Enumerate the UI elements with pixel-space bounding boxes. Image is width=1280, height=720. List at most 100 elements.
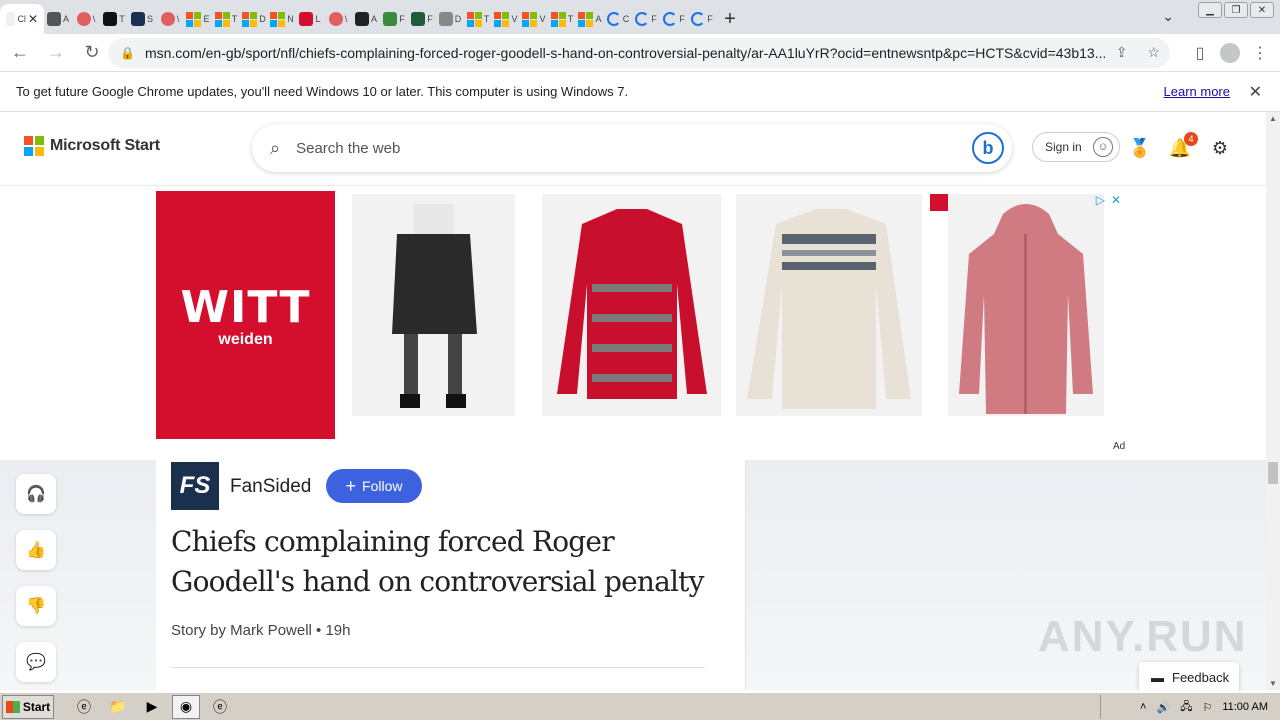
restore-button[interactable]: ❐ [1224,2,1248,18]
share-icon[interactable]: ⇪ [1116,44,1128,61]
tab-search-icon[interactable]: ⌄ [1162,8,1174,25]
learn-more-link[interactable]: Learn more [1164,84,1230,99]
browser-tab[interactable]: T [100,4,128,34]
search-input[interactable]: ⌕ Search the web b [252,124,1012,172]
tab-label: T [483,14,490,24]
media-player-icon[interactable]: ▶ [138,695,166,719]
browser-tab[interactable]: \ [156,4,184,34]
browser-tab[interactable]: F [380,4,408,34]
witt-logo[interactable]: WITT weiden [156,191,335,439]
scrollbar-thumb[interactable] [1268,462,1278,484]
volume-icon[interactable]: 🔊 [1156,701,1170,714]
tray-arrow-icon[interactable]: ˄ [1140,701,1146,713]
pink-coat-image[interactable] [948,194,1104,416]
browser-tab[interactable]: D [436,4,464,34]
browser-tab[interactable]: L [296,4,324,34]
action-center-flag-icon[interactable]: ⚐ [1202,701,1212,714]
microsoft-start-logo[interactable]: Microsoft Start [24,136,160,156]
sign-in-button[interactable]: Sign in ☺ [1032,132,1120,162]
ad-brand: WITT [180,281,311,333]
tab-label: F [651,14,657,24]
browser-tab[interactable]: A [352,4,380,34]
url-text[interactable]: msn.com/en-gb/sport/nfl/chiefs-complaini… [145,45,1105,61]
follow-label: Follow [362,478,403,494]
start-button[interactable]: Start [2,694,54,719]
browser-tab[interactable]: T [548,4,576,34]
browser-tab[interactable]: C [604,4,632,34]
menu-kebab-icon[interactable]: ⋮ [1246,38,1274,68]
red-sweater-image[interactable] [542,194,721,416]
lock-icon[interactable]: 🔒 [120,46,135,60]
tab-label: F [399,14,405,24]
profile-avatar-icon[interactable] [1220,43,1240,63]
browser-tab[interactable]: F [688,4,716,34]
adchoices-icon[interactable]: ▷ [1096,193,1105,207]
tab-strip: Cl ✕ A \ T S \ E T D N L \ A F F D T V V T A C F F F + [0,0,1280,34]
loading-icon [691,12,706,26]
browser-tab[interactable]: E [184,4,212,34]
minimize-button[interactable]: ▁ [1198,2,1222,18]
thumbs-down-icon[interactable]: 👎 [16,586,56,626]
ad-close-icon[interactable]: ✕ [1111,193,1121,207]
browser-tab[interactable]: F [660,4,688,34]
settings-gear-icon[interactable]: ⚙ [1208,136,1232,160]
action-rail: 🎧 👍 👎 💬 [16,474,56,682]
tab-label: A [62,14,69,24]
browser-tab[interactable]: \ [324,4,352,34]
browser-tab[interactable]: V [492,4,520,34]
bing-chat-icon[interactable]: b [972,132,1004,164]
microsoft-icon [186,11,202,27]
browser-tab[interactable]: \ [72,4,100,34]
browser-tab[interactable]: V [520,4,548,34]
system-tray: ˄ 🔊 🖧 ⚐ 11:00 AM [1100,695,1280,719]
tab-label: A [595,14,602,24]
bookmark-star-icon[interactable]: ☆ [1147,44,1160,61]
notifications-bell-icon[interactable]: 🔔 4 [1168,132,1198,160]
file-explorer-icon[interactable]: 📁 [104,695,132,719]
browser-tab[interactable]: S [128,4,156,34]
close-window-button[interactable]: ✕ [1250,2,1274,18]
edge-icon[interactable]: ⓔ [206,695,234,719]
publisher-name[interactable]: FanSided [230,476,311,498]
listen-headphones-icon[interactable]: 🎧 [16,474,56,514]
forward-icon[interactable]: → [40,37,72,69]
appletv-icon [103,12,118,26]
address-bar[interactable]: 🔒 msn.com/en-gb/sport/nfl/chiefs-complai… [108,38,1170,68]
knit-sweater-image[interactable] [736,194,922,416]
scroll-up-icon[interactable]: ▲ [1269,114,1277,123]
microsoft-icon [214,11,230,27]
browser-tab[interactable]: A [44,4,72,34]
tab-active[interactable]: Cl ✕ [0,4,44,34]
chrome-icon[interactable]: ◉ [172,694,200,719]
search-icon: ⌕ [270,137,281,158]
close-icon[interactable]: ✕ [1249,82,1262,102]
follow-button[interactable]: + Follow [326,469,422,503]
browser-tab[interactable]: T [212,4,240,34]
comment-icon[interactable]: 💬 [16,642,56,682]
browser-tab[interactable]: F [632,4,660,34]
skirt-image[interactable] [352,194,515,416]
clock[interactable]: 11:00 AM [1222,701,1268,713]
browser-tab[interactable]: T [464,4,492,34]
feedback-button[interactable]: ▬ Feedback [1139,662,1239,692]
browser-tab[interactable]: A [576,4,604,34]
ad-banner[interactable]: WITT weiden ▷ ✕ [156,191,1125,439]
browser-tab[interactable]: D [240,4,268,34]
network-icon[interactable]: 🖧 [1180,698,1192,717]
tab-close-icon[interactable]: ✕ [28,12,38,26]
browser-tab[interactable]: N [268,4,296,34]
reload-icon[interactable]: ↻ [76,37,108,69]
new-tab-button[interactable]: + [716,4,744,34]
scroll-down-icon[interactable]: ▼ [1269,679,1277,688]
thumbs-up-icon[interactable]: 👍 [16,530,56,570]
browser-tab[interactable]: F [408,4,436,34]
side-panel-icon[interactable]: ▯ [1186,38,1214,68]
microsoft-icon [550,11,566,27]
browser-toolbar: ← → ↻ 🔒 msn.com/en-gb/sport/nfl/chiefs-c… [0,34,1280,72]
back-icon[interactable]: ← [4,37,36,69]
vertical-scrollbar[interactable]: ▲ ▼ [1266,112,1280,690]
cecil-icon [438,12,453,26]
internet-explorer-icon[interactable]: ⓔ [70,695,98,719]
rewards-icon[interactable]: 🏅 [1128,136,1152,160]
fansided-logo[interactable]: FS [171,462,219,510]
